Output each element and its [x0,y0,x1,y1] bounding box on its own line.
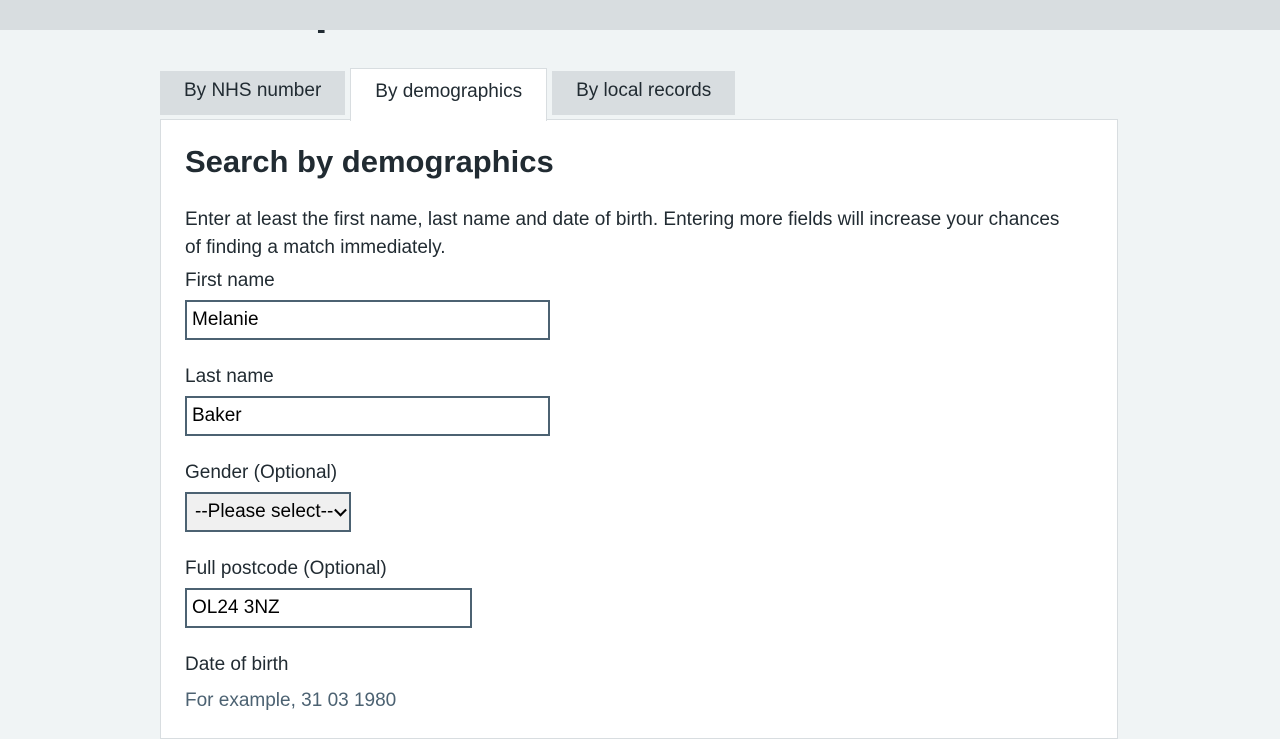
postcode-input[interactable] [185,588,472,628]
last-name-input[interactable] [185,396,550,436]
dob-hint: For example, 31 03 1980 [185,690,397,711]
dob-label: Date of birth [185,654,289,675]
last-name-label: Last name [185,366,274,387]
first-name-input[interactable] [185,300,550,340]
postcode-label: Full postcode (Optional) [185,558,387,579]
first-name-label: First name [185,270,275,291]
panel-heading: Search by demographics [185,144,554,179]
gender-label: Gender (Optional) [185,462,338,483]
tab-by-nhs-number[interactable]: By NHS number [160,71,346,115]
search-tabs: By NHS number By demographics By local r… [160,67,740,121]
intro-text: Enter at least the first name, last name… [185,209,1060,258]
gender-selected-value: --Please select-- [195,501,334,522]
demographics-panel: Search by demographics Enter at least th… [160,119,1118,739]
tab-by-demographics[interactable]: By demographics [350,68,548,121]
chevron-down-icon [334,503,347,517]
gender-select[interactable]: --Please select-- [185,492,351,532]
tab-by-local-records[interactable]: By local records [552,71,736,115]
top-bar [0,0,1280,30]
